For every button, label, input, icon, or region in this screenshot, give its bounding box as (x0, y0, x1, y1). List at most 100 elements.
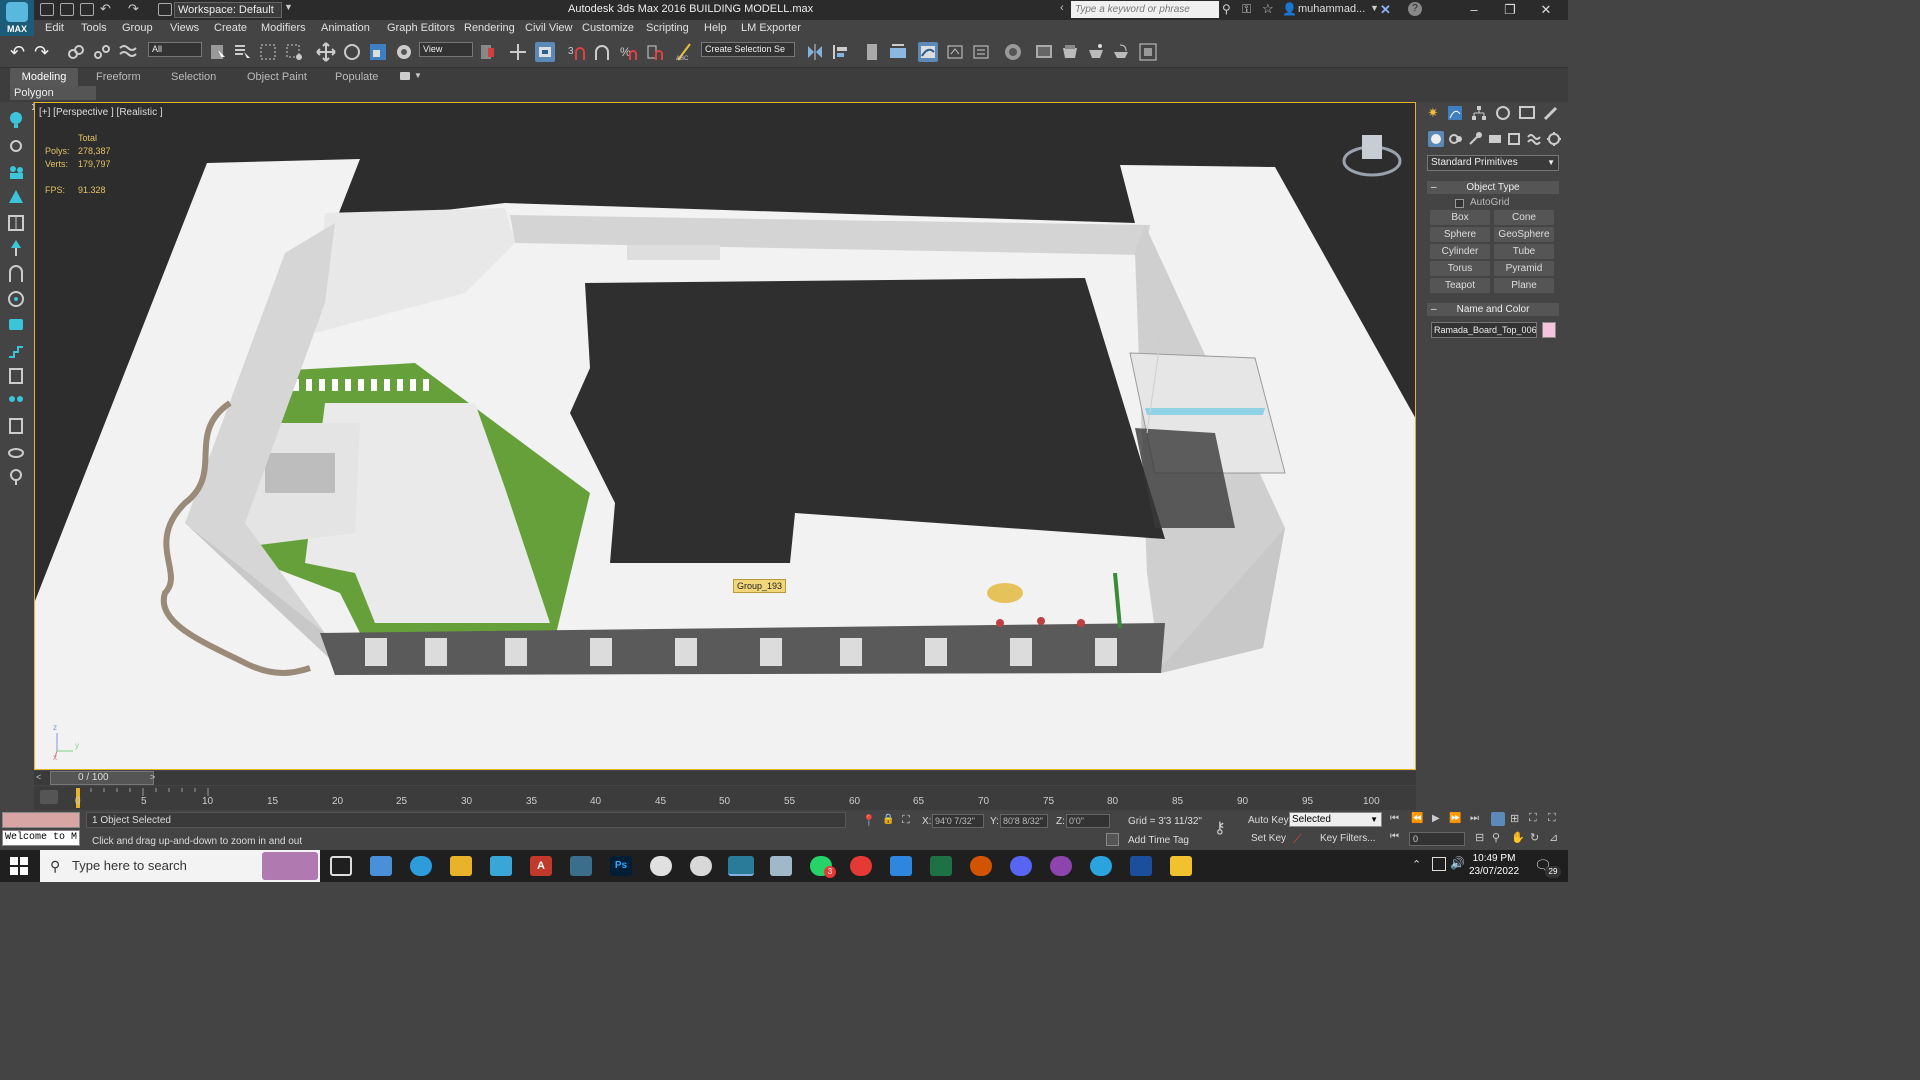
set-key-button[interactable]: Set Key (1251, 833, 1286, 844)
ribbon-options-chevron-icon[interactable]: ▼ (414, 71, 422, 80)
subscription-icon[interactable]: ⚿ (1242, 2, 1251, 17)
zoom-extents-icon[interactable] (1491, 812, 1505, 826)
discord-icon[interactable] (1010, 856, 1032, 876)
cylinder-button[interactable]: Cylinder (1430, 244, 1490, 259)
rectangular-selection-icon[interactable] (258, 42, 278, 62)
menu-lm-exporter[interactable]: LM Exporter (741, 20, 801, 36)
render-gallery-icon[interactable] (1138, 42, 1158, 62)
workspace-dropdown[interactable]: Workspace: Default (174, 2, 282, 18)
pan-icon[interactable]: ✋ (1511, 831, 1525, 844)
y-coord-input[interactable]: 80'8 8/32" (1000, 814, 1048, 828)
menu-graph-editors[interactable]: Graph Editors (387, 20, 455, 36)
welcome-message[interactable]: Welcome to M (2, 830, 80, 846)
schematic-view-icon[interactable] (945, 42, 965, 62)
user-name[interactable]: muhammad... (1298, 3, 1365, 15)
menu-customize[interactable]: Customize (582, 20, 634, 36)
object-type-rollout[interactable]: – Object Type (1427, 181, 1559, 194)
named-selection-dropdown[interactable]: Create Selection Se (701, 42, 795, 57)
unlink-icon[interactable] (92, 42, 112, 62)
reference-coord-dropdown[interactable]: View (419, 42, 473, 57)
menu-edit[interactable]: Edit (45, 20, 64, 36)
sketchup-icon[interactable] (490, 856, 512, 876)
hierarchy-tab-icon[interactable] (1470, 104, 1488, 122)
zoom-all-icon[interactable]: ⊞ (1510, 812, 1519, 825)
torus-button[interactable]: Torus (1430, 261, 1490, 276)
pivot-center-icon[interactable] (478, 42, 498, 62)
undo-quick-icon[interactable]: ↶ (100, 1, 111, 17)
object-category-dropdown[interactable]: Standard Primitives ▼ (1427, 155, 1559, 171)
window-crossing-icon[interactable] (284, 42, 304, 62)
g-app-icon[interactable] (970, 856, 992, 876)
time-slider-prev-icon[interactable]: < (36, 772, 41, 782)
help-search-input[interactable]: Type a keyword or phrase (1071, 1, 1219, 18)
view-cube[interactable] (1335, 123, 1405, 183)
geosphere-button[interactable]: GeoSphere (1494, 227, 1554, 242)
exchange-x-icon[interactable]: ✕ (1380, 2, 1391, 18)
zoom-region-icon[interactable]: ⛶ (1529, 812, 1537, 825)
current-frame-input[interactable]: 0 (1409, 832, 1465, 846)
ribbon-tab-freeform[interactable]: Freeform (96, 68, 141, 86)
ribbon-tab-selection[interactable]: Selection (171, 68, 216, 86)
goto-start-icon[interactable]: ⏮ (1390, 813, 1399, 824)
camera-icon[interactable] (6, 314, 26, 334)
x-coord-input[interactable]: 94'0 7/32" (932, 814, 984, 828)
clipboard-icon[interactable] (6, 416, 26, 436)
systems-icon[interactable] (1546, 131, 1562, 147)
selection-filter-dropdown[interactable]: All (148, 42, 202, 57)
auto-key-button[interactable]: Auto Key (1248, 815, 1289, 826)
motion-tab-icon[interactable] (1494, 104, 1512, 122)
todo-check-icon[interactable] (890, 856, 912, 876)
rendered-frame-window-icon[interactable] (1034, 42, 1054, 62)
goto-end-icon[interactable]: ⏭ (1470, 813, 1479, 824)
restore-button[interactable]: ❐ (1492, 0, 1528, 20)
3dsmax-taskbar-icon[interactable] (728, 856, 754, 876)
place-icon[interactable] (394, 42, 414, 62)
volume-icon[interactable]: 🔊 (1450, 856, 1465, 870)
chrome-icon[interactable] (650, 856, 672, 876)
percent-snap-icon[interactable]: % (618, 42, 638, 62)
search-expand-icon[interactable]: ‹ (1060, 2, 1064, 14)
maxscript-listener-input[interactable] (2, 812, 80, 828)
modify-tab-icon[interactable] (1446, 104, 1464, 122)
key-icon[interactable]: ⚷ (1214, 818, 1226, 838)
helpers-icon[interactable] (1506, 131, 1522, 147)
utilities-tab-icon[interactable] (1542, 104, 1560, 122)
object-color-swatch[interactable] (1542, 322, 1556, 338)
menu-modifiers[interactable]: Modifiers (261, 20, 306, 36)
save-file-icon[interactable] (80, 3, 94, 16)
a360-render-icon[interactable] (1112, 42, 1132, 62)
perspective-viewport[interactable]: [+] [Perspective ] [Realistic ] Total Po… (34, 102, 1416, 770)
time-slider-next-icon[interactable]: > (150, 772, 155, 782)
tube-button[interactable]: Tube (1494, 244, 1554, 259)
bulb-small-icon[interactable] (6, 467, 26, 487)
tree-icon[interactable] (6, 188, 26, 208)
windows-start-icon[interactable] (10, 857, 28, 875)
project-folder-icon[interactable] (158, 3, 172, 16)
user-chevron-icon[interactable]: ▼ (1370, 3, 1379, 13)
telegram-icon[interactable] (1090, 856, 1112, 876)
select-by-name-icon[interactable] (232, 42, 252, 62)
select-object-icon[interactable] (208, 42, 228, 62)
ribbon-tab-modeling[interactable]: Modeling (10, 68, 78, 86)
toggle-ribbon-icon[interactable] (888, 42, 908, 62)
taskbar-clock[interactable]: 10:49 PM 23/07/2022 (1464, 852, 1524, 878)
previous-frame-icon[interactable]: ⏪ (1411, 813, 1423, 824)
new-file-icon[interactable] (40, 3, 54, 16)
field-of-view-icon[interactable]: ⊿ (1549, 831, 1558, 844)
set-key-curve-icon[interactable]: ⟋ (1293, 832, 1301, 847)
mini-curve-editor-icon[interactable] (40, 790, 58, 804)
grid-app-icon[interactable] (570, 856, 592, 876)
plane-button[interactable]: Plane (1494, 278, 1554, 293)
menu-animation[interactable]: Animation (321, 20, 370, 36)
arch-icon[interactable] (6, 264, 26, 284)
task-view-icon[interactable] (330, 856, 352, 876)
autogrid-checkbox[interactable] (1455, 199, 1464, 208)
document-icon[interactable] (6, 366, 26, 386)
sticky-notes-icon[interactable] (1170, 856, 1192, 876)
geometry-icon[interactable] (1428, 131, 1444, 147)
photoshop-icon[interactable]: Ps (610, 856, 632, 876)
sphere-button[interactable]: Sphere (1430, 227, 1490, 242)
ribbon-options-icon[interactable] (400, 72, 410, 80)
add-time-tag-button[interactable]: Add Time Tag (1128, 835, 1189, 846)
orbit-view-icon[interactable]: ↻ (1530, 831, 1539, 844)
